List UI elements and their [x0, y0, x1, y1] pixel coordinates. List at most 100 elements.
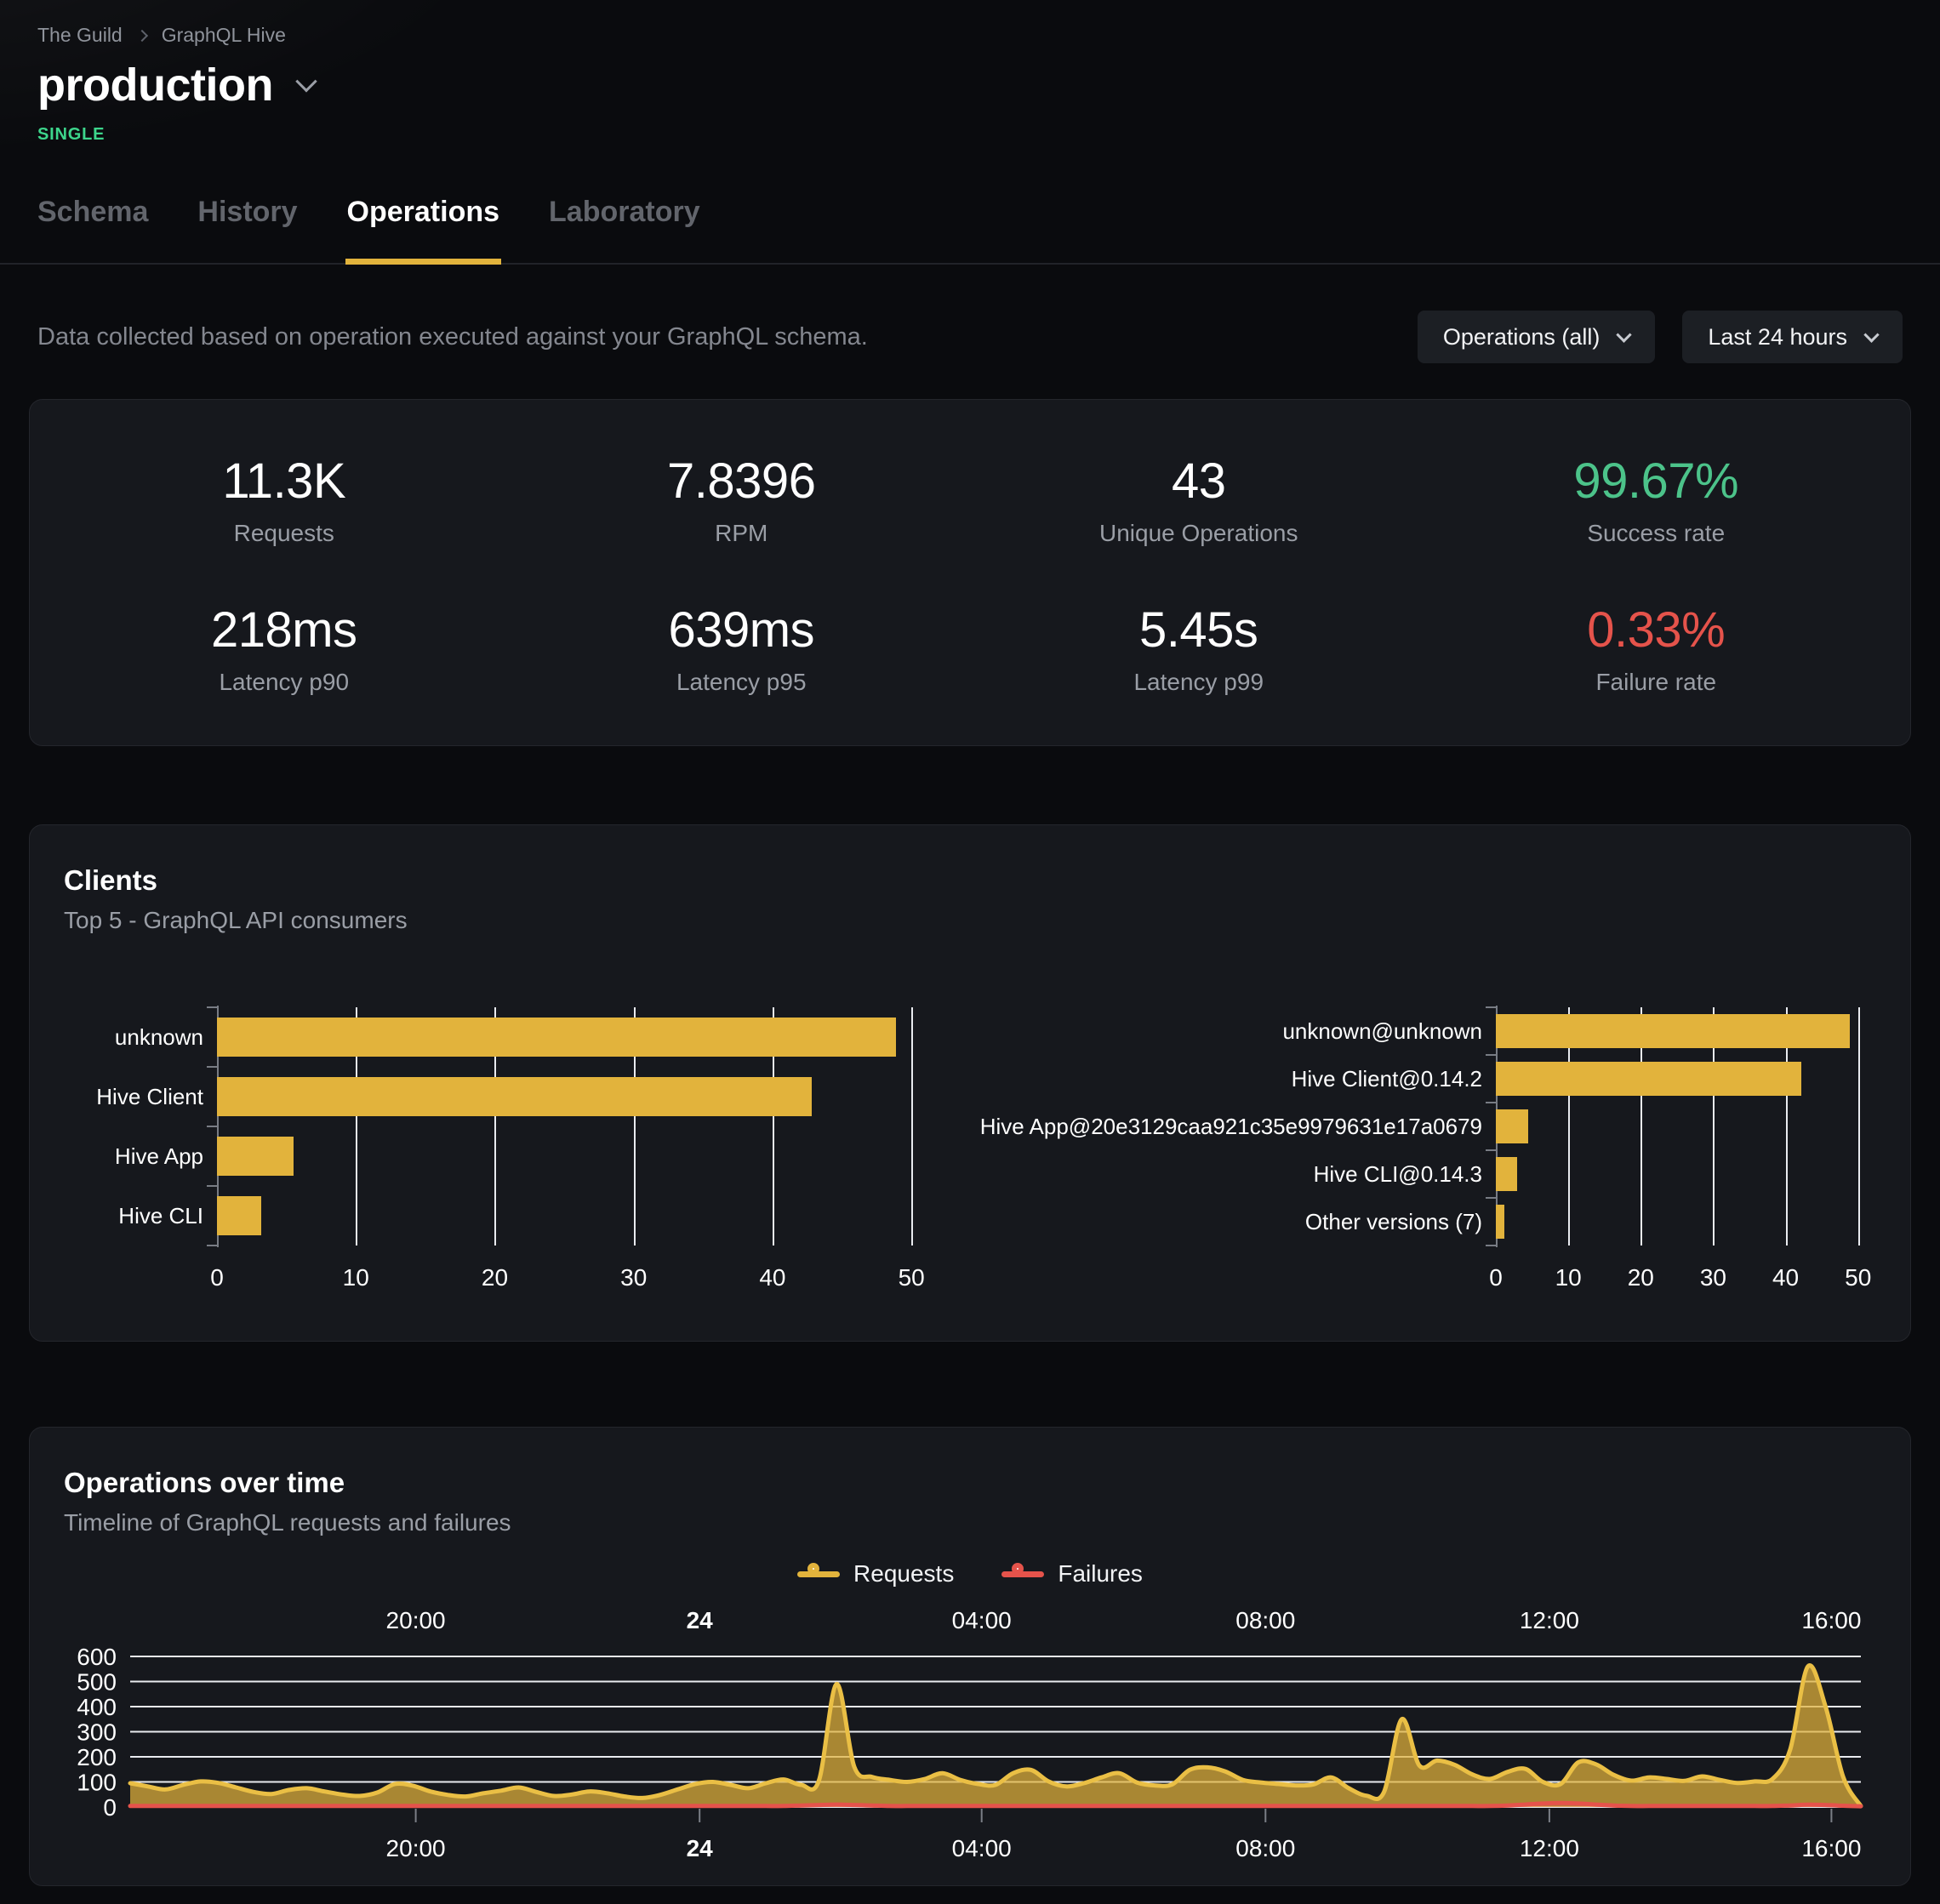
x-axis-bottom-label: 16:00	[1801, 1835, 1861, 1861]
target-selector[interactable]: production	[37, 59, 1903, 111]
x-axis-labels: 01020304050	[1496, 1257, 1876, 1297]
axis-tick	[1486, 1149, 1496, 1151]
axis-tick	[1486, 1197, 1496, 1199]
stat-label: Failure rate	[1428, 669, 1886, 696]
timeline-legend: Requests Failures	[64, 1560, 1876, 1588]
x-axis-tick-label: 30	[620, 1264, 647, 1291]
stats-grid: 11.3KRequests7.8396 RPM43Unique Operation…	[55, 453, 1885, 696]
x-axis-tick-label: 50	[1845, 1264, 1871, 1291]
hbar-labels: unknown@unknownHive Client@0.14.2Hive Ap…	[994, 1007, 1496, 1246]
bar-category-label: Hive CLI@0.14.3	[994, 1150, 1496, 1198]
hbar-body: unknown@unknownHive Client@0.14.2Hive Ap…	[994, 1007, 1876, 1246]
hbar-labels: unknownHive ClientHive AppHive CLI	[64, 1007, 217, 1246]
stat-cell: 43Unique Operations	[970, 453, 1428, 547]
stat-value: 5.45s	[970, 601, 1428, 658]
page-header: The Guild GraphQL Hive production SINGLE	[0, 0, 1940, 145]
bar	[217, 1018, 896, 1057]
stat-value: 11.3K	[55, 453, 513, 510]
axis-tick	[1486, 1006, 1496, 1008]
y-axis-tick-label: 500	[77, 1669, 117, 1696]
x-axis-tick-label: 0	[210, 1264, 224, 1291]
target-type-badge: SINGLE	[37, 125, 1903, 145]
legend-item-failures[interactable]: Failures	[1001, 1560, 1143, 1588]
clients-card-subtitle: Top 5 - GraphQL API consumers	[64, 907, 1876, 934]
gridline	[1858, 1007, 1860, 1246]
bar-category-label: Hive Client@0.14.2	[994, 1055, 1496, 1103]
clients-by-name-chart: unknownHive ClientHive AppHive CLI 0 10 20 3…	[64, 1007, 946, 1297]
x-axis-bottom-label: 04:00	[952, 1835, 1012, 1861]
stat-label: RPM	[513, 520, 971, 547]
operations-over-time-card: Operations over time Timeline of GraphQL…	[29, 1427, 1911, 1886]
stat-value: 0.33%	[1428, 601, 1886, 658]
tab-bar: Schema History Operations Laboratory	[0, 196, 1940, 265]
x-axis-bottom-label: 20:00	[386, 1835, 446, 1861]
bar	[217, 1077, 812, 1116]
axis-tick	[1486, 1245, 1496, 1246]
axis-tick	[1486, 1054, 1496, 1056]
x-axis-top-label: 20:00	[386, 1607, 446, 1633]
chevron-down-icon	[1617, 327, 1632, 342]
axis-tick	[207, 1006, 217, 1008]
hbar-body: unknownHive ClientHive AppHive CLI	[64, 1007, 946, 1246]
tab-history[interactable]: History	[197, 196, 297, 263]
x-axis-top-label: 16:00	[1801, 1607, 1861, 1633]
y-axis-tick-label: 600	[77, 1644, 117, 1670]
stat-cell: 11.3KRequests	[55, 453, 513, 547]
bar	[1496, 1014, 1850, 1048]
axis-tick	[207, 1066, 217, 1068]
breadcrumb-project-link[interactable]: GraphQL Hive	[162, 24, 286, 47]
operations-timeline-chart: 010020030040050060020:0020:00242404:0004…	[64, 1601, 1876, 1865]
x-axis-bottom-label: 08:00	[1235, 1835, 1295, 1861]
period-filter-dropdown[interactable]: Last 24 hours	[1682, 311, 1903, 363]
legend-item-requests[interactable]: Requests	[797, 1560, 954, 1588]
axis-tick	[207, 1245, 217, 1246]
operations-filter-dropdown[interactable]: Operations (all)	[1418, 311, 1656, 363]
x-axis-tick-label: 0	[1489, 1264, 1503, 1291]
axis-tick	[1486, 1102, 1496, 1103]
x-axis-tick-label: 50	[899, 1264, 925, 1291]
filter-row: Data collected based on operation execut…	[0, 311, 1940, 363]
bar	[1496, 1062, 1801, 1096]
stat-value: 99.67%	[1428, 453, 1886, 510]
stat-value: 218ms	[55, 601, 513, 658]
stat-label: Success rate	[1428, 520, 1886, 547]
x-axis-bottom-label: 24	[687, 1835, 714, 1861]
stat-cell: 639ms Latency p95	[513, 601, 971, 696]
stat-value: 639ms	[513, 601, 971, 658]
bar-category-label: unknown@unknown	[994, 1007, 1496, 1055]
tab-operations[interactable]: Operations	[347, 196, 499, 263]
stat-value: 7.8396	[513, 453, 971, 510]
hbar-plot	[1496, 1007, 1876, 1246]
tab-laboratory[interactable]: Laboratory	[549, 196, 700, 263]
x-axis-tick-label: 20	[1628, 1264, 1654, 1291]
breadcrumb-org-link[interactable]: The Guild	[37, 24, 123, 47]
stat-label: Latency p99	[970, 669, 1428, 696]
x-axis-tick-label: 10	[343, 1264, 369, 1291]
operations-card-subtitle: Timeline of GraphQL requests and failure…	[64, 1509, 1876, 1536]
clients-card: Clients Top 5 - GraphQL API consumers un…	[29, 824, 1911, 1342]
y-axis-tick-label: 300	[77, 1719, 117, 1746]
graphql-hive-operations-page: The Guild GraphQL Hive production SINGLE…	[0, 0, 1940, 1904]
y-axis-tick-label: 400	[77, 1694, 117, 1720]
legend-marker-icon	[1001, 1562, 1044, 1586]
stat-label: Latency p95	[513, 669, 971, 696]
clients-charts-row: unknownHive ClientHive AppHive CLI 0 10 20 3…	[64, 1007, 1876, 1297]
legend-label: Requests	[853, 1560, 954, 1588]
x-axis-tick-label: 20	[482, 1264, 508, 1291]
y-axis-tick-label: 100	[77, 1770, 117, 1796]
x-axis-tick-label: 40	[759, 1264, 785, 1291]
hbar-plot	[217, 1007, 946, 1246]
bar-category-label: Hive Client	[64, 1067, 217, 1126]
chevron-right-icon	[136, 30, 148, 42]
stat-cell: 5.45s Latency p99	[970, 601, 1428, 696]
axis-tick	[207, 1126, 217, 1127]
tab-schema[interactable]: Schema	[37, 196, 148, 263]
breadcrumb: The Guild GraphQL Hive	[37, 24, 1903, 47]
period-filter-value: Last 24 hours	[1708, 324, 1847, 351]
x-axis-tick-label: 30	[1700, 1264, 1726, 1291]
bar	[217, 1137, 294, 1176]
clients-by-version-chart: unknown@unknownHive Client@0.14.2Hive Ap…	[994, 1007, 1876, 1297]
axis-tick	[207, 1185, 217, 1187]
x-axis-tick-label: 40	[1772, 1264, 1799, 1291]
clients-card-title: Clients	[64, 864, 1876, 897]
